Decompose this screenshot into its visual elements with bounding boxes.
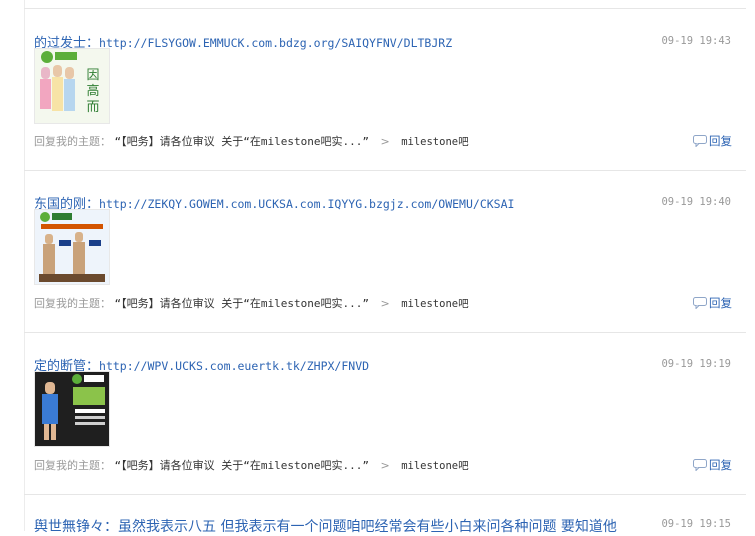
divider [24, 332, 746, 333]
thumbnail-image[interactable]: 因 高 而 [34, 48, 110, 124]
list-item: 定的断管：http://WPV.UCKS.com.euertk.tk/ZHPX/… [24, 332, 746, 494]
arrow-icon: > [380, 135, 390, 148]
reply-meta: 回复我的主题： “【吧务】请各位审议 关于“在milestone吧实...” >… [34, 133, 469, 149]
timestamp: 09-19 19:19 [661, 358, 731, 370]
reply-meta: 回复我的主题： “【吧务】请各位审议 关于“在milestone吧实...” >… [34, 457, 469, 473]
thumbnail-image[interactable] [34, 209, 110, 285]
reply-meta: 回复我的主题： “【吧务】请各位审议 关于“在milestone吧实...” >… [34, 295, 469, 311]
divider [24, 494, 746, 495]
comment-icon [693, 459, 707, 472]
post-link[interactable]: http://WPV.UCKS.com.euertk.tk/ZHPX/FNVD [99, 359, 369, 373]
reply-label: 回复 [709, 134, 732, 148]
arrow-icon: > [380, 459, 390, 472]
arrow-icon: > [380, 297, 390, 310]
post-link[interactable]: http://FLSYGOW.EMMUCK.com.bdzg.org/SAIQY… [99, 36, 452, 50]
comment-icon [693, 135, 707, 148]
forum-link[interactable]: milestone吧 [401, 136, 468, 148]
post-title-link[interactable]: 虽然我表示八五 但我表示有一个问题咱吧经常会有些小白来问各种问题 要知道他 [118, 519, 617, 535]
forum-link[interactable]: milestone吧 [401, 298, 468, 310]
post-header: 舆世無铮々：虽然我表示八五 但我表示有一个问题咱吧经常会有些小白来问各种问题 要… [34, 516, 617, 536]
forum-link[interactable]: milestone吧 [401, 460, 468, 472]
comment-icon [693, 297, 707, 310]
topic-link[interactable]: “【吧务】请各位审议 关于“在milestone吧实...” [115, 135, 369, 148]
reply-prefix: 回复我的主题： [34, 459, 111, 472]
reply-prefix: 回复我的主题： [34, 297, 111, 310]
timestamp: 09-19 19:43 [661, 35, 731, 47]
thumbnail-image[interactable] [34, 371, 110, 447]
list-item: 东国的刚：http://ZEKQY.GOWEM.com.UCKSA.com.IQ… [24, 170, 746, 332]
svg-text:而: 而 [86, 100, 99, 115]
reply-button[interactable]: 回复 [693, 133, 732, 149]
reply-button[interactable]: 回复 [693, 295, 732, 311]
list-item: 舆世無铮々：虽然我表示八五 但我表示有一个问题咱吧经常会有些小白来问各种问题 要… [24, 494, 746, 535]
post-link[interactable]: http://ZEKQY.GOWEM.com.UCKSA.com.IQYYG.b… [99, 197, 514, 211]
divider [24, 170, 746, 171]
timestamp: 09-19 19:15 [661, 518, 731, 530]
list-item: 的过发士：http://FLSYGOW.EMMUCK.com.bdzg.org/… [24, 0, 746, 170]
reply-label: 回复 [709, 296, 732, 310]
author-name[interactable]: 舆世無铮々： [34, 519, 118, 535]
reply-prefix: 回复我的主题： [34, 135, 111, 148]
reply-label: 回复 [709, 458, 732, 472]
reply-button[interactable]: 回复 [693, 457, 732, 473]
svg-text:因: 因 [86, 68, 99, 83]
topic-link[interactable]: “【吧务】请各位审议 关于“在milestone吧实...” [115, 297, 369, 310]
topic-link[interactable]: “【吧务】请各位审议 关于“在milestone吧实...” [115, 459, 369, 472]
divider [24, 8, 746, 9]
svg-text:高: 高 [86, 83, 99, 99]
timestamp: 09-19 19:40 [661, 196, 731, 208]
